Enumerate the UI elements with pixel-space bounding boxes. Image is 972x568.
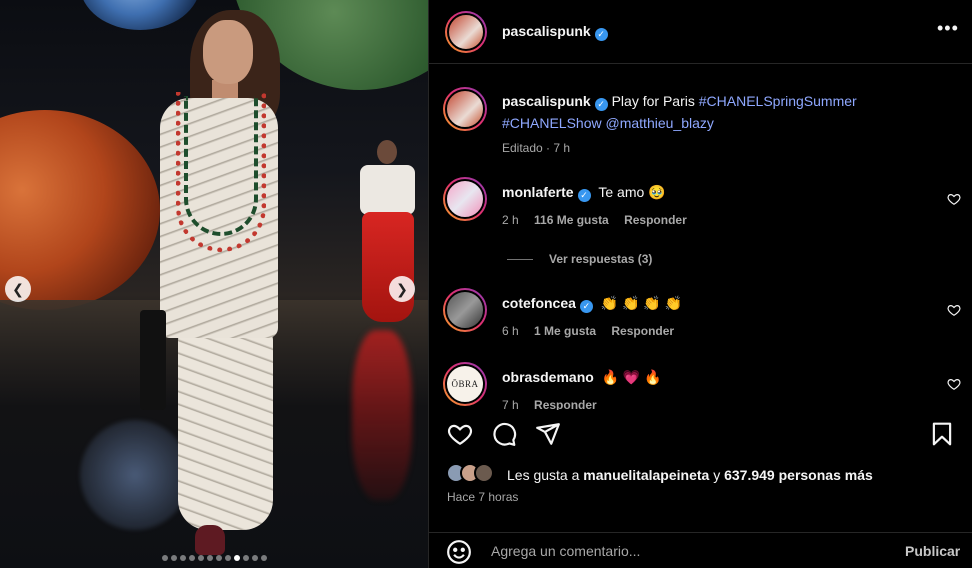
carousel-dot bbox=[188, 555, 195, 561]
verified-icon: ✓ bbox=[594, 28, 608, 41]
post-author[interactable]: pascalispunk ✓ bbox=[502, 23, 608, 41]
comment-username[interactable]: cotefoncea bbox=[502, 295, 576, 311]
floor-reflection bbox=[352, 330, 412, 500]
comment-body: Te amo 🥹 bbox=[598, 184, 666, 200]
likes-text[interactable]: Les gusta a manuelitalapeineta y 637.949… bbox=[507, 467, 873, 483]
heart-icon[interactable] bbox=[947, 192, 961, 206]
hashtag-link[interactable]: #CHANELSpringSummer bbox=[699, 93, 857, 109]
likes-count[interactable]: 637.949 personas más bbox=[724, 467, 873, 483]
chevron-right-icon[interactable]: ❯ bbox=[389, 276, 415, 302]
avatar[interactable] bbox=[445, 11, 487, 53]
caption-text: pascalispunk ✓ Play for Paris #CHANELSpri… bbox=[502, 90, 942, 134]
comment-text: cotefoncea ✓ 👏 👏 👏 👏 bbox=[502, 292, 942, 314]
carousel-dot bbox=[179, 555, 186, 561]
model-necklace bbox=[184, 96, 258, 236]
carousel-dot bbox=[233, 555, 240, 561]
verified-icon: ✓ bbox=[594, 97, 608, 111]
comment-meta: 6 h 1 Me gusta Responder bbox=[502, 324, 686, 338]
carousel-dots bbox=[0, 555, 428, 561]
background-model bbox=[362, 212, 414, 322]
model-shoe bbox=[195, 525, 225, 555]
view-replies-button[interactable]: Ver respuestas (3) bbox=[507, 252, 652, 266]
comment-username[interactable]: obrasdemano bbox=[502, 369, 594, 385]
caption-body: Play for Paris bbox=[611, 93, 695, 109]
carousel-dot bbox=[197, 555, 204, 561]
comment-likes[interactable]: 116 Me gusta bbox=[534, 213, 609, 227]
reply-button[interactable]: Responder bbox=[624, 213, 687, 227]
heart-icon[interactable] bbox=[947, 303, 961, 317]
post-caption: pascalispunk ✓ Play for Paris #CHANELSpri… bbox=[429, 85, 972, 165]
model bbox=[203, 20, 253, 84]
instagram-post: ❮ ❯ pascalispunk ✓ ••• pascalispunk ✓ Play… bbox=[0, 0, 972, 568]
comment-time: 7 h bbox=[502, 398, 519, 410]
model-bag bbox=[140, 310, 166, 410]
avatar[interactable] bbox=[443, 288, 487, 332]
comment-text: monlaferte ✓ Te amo 🥹 bbox=[502, 181, 942, 203]
avatar bbox=[474, 463, 494, 483]
verified-icon: ✓ bbox=[579, 299, 593, 313]
reply-button[interactable]: Responder bbox=[611, 324, 674, 338]
post-side-panel: pascalispunk ✓ ••• pascalispunk ✓ Play for… bbox=[428, 0, 972, 568]
carousel-dot bbox=[206, 555, 213, 561]
comment-icon[interactable] bbox=[491, 421, 517, 447]
avatar-text: ŌBRA bbox=[445, 364, 485, 404]
liker-username[interactable]: manuelitalapeineta bbox=[583, 467, 709, 483]
post-actions bbox=[429, 410, 972, 455]
comments-list[interactable]: pascalispunk ✓ Play for Paris #CHANELSpri… bbox=[429, 65, 972, 410]
avatar[interactable] bbox=[443, 177, 487, 221]
caption-username[interactable]: pascalispunk bbox=[502, 93, 591, 109]
avatar[interactable]: ŌBRA bbox=[443, 362, 487, 406]
mention-link[interactable]: @matthieu_blazy bbox=[606, 115, 714, 131]
floor-reflection bbox=[80, 420, 190, 530]
bookmark-icon[interactable] bbox=[929, 421, 955, 447]
comment-body: 👏 👏 👏 👏 bbox=[600, 295, 683, 311]
carousel-dot bbox=[242, 555, 249, 561]
comment-meta: 7 h Responder bbox=[502, 398, 609, 410]
emoji-icon[interactable] bbox=[446, 539, 472, 565]
caption-meta: Editado · 7 h bbox=[502, 141, 571, 155]
chevron-left-icon[interactable]: ❮ bbox=[5, 276, 31, 302]
avatar[interactable] bbox=[443, 87, 487, 131]
comment-likes[interactable]: 1 Me gusta bbox=[534, 324, 596, 338]
carousel-dot bbox=[161, 555, 168, 561]
carousel-dot bbox=[251, 555, 258, 561]
reply-button[interactable]: Responder bbox=[534, 398, 597, 410]
heart-icon[interactable] bbox=[947, 377, 961, 391]
heart-icon[interactable] bbox=[447, 421, 473, 447]
more-horizontal-icon[interactable]: ••• bbox=[937, 18, 959, 39]
add-comment-bar: Publicar bbox=[429, 532, 972, 568]
liker-avatars[interactable] bbox=[446, 463, 502, 485]
carousel-dot bbox=[215, 555, 222, 561]
hashtag-link[interactable]: #CHANELShow bbox=[502, 115, 602, 131]
backdrop-planet bbox=[80, 0, 200, 30]
carousel-dot bbox=[260, 555, 267, 561]
share-icon[interactable] bbox=[535, 421, 561, 447]
carousel-dot bbox=[224, 555, 231, 561]
comment-text: obrasdemano 🔥 💗 🔥 bbox=[502, 366, 942, 388]
post-header: pascalispunk ✓ ••• bbox=[429, 0, 972, 64]
background-model bbox=[377, 140, 397, 164]
comment-username[interactable]: monlaferte bbox=[502, 184, 574, 200]
comment-meta: 2 h 116 Me gusta Responder bbox=[502, 213, 699, 227]
carousel-dot bbox=[170, 555, 177, 561]
comment-time: 6 h bbox=[502, 324, 519, 338]
comment-time: 2 h bbox=[502, 213, 519, 227]
model bbox=[178, 330, 273, 530]
post-time: Hace 7 horas bbox=[447, 490, 519, 504]
background-model bbox=[360, 165, 415, 215]
post-media[interactable]: ❮ ❯ bbox=[0, 0, 428, 568]
comment-input[interactable] bbox=[491, 536, 871, 566]
publish-button[interactable]: Publicar bbox=[905, 543, 960, 559]
verified-icon: ✓ bbox=[577, 188, 591, 202]
comment-body: 🔥 💗 🔥 bbox=[601, 369, 662, 385]
